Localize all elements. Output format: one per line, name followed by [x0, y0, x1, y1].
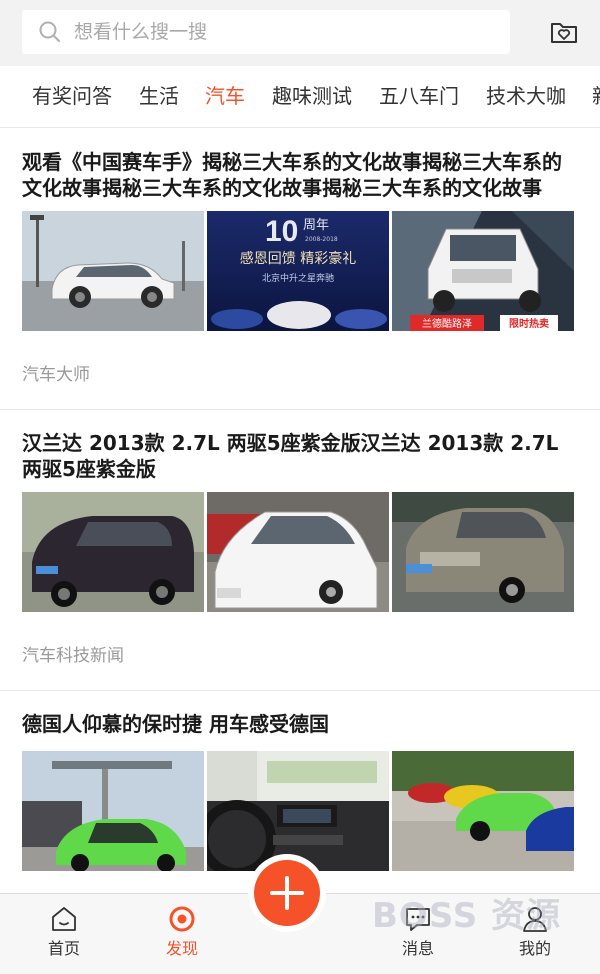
article-image[interactable]: 10 周年 2008-2018 感恩回馈 精彩豪礼 北京中升之星奔驰 — [207, 211, 389, 331]
home-icon — [52, 907, 76, 931]
article-title[interactable]: 德国人仰慕的保时捷 用车感受德国 — [22, 711, 578, 737]
article-image[interactable] — [392, 751, 574, 871]
article-image[interactable] — [392, 492, 574, 612]
search-input[interactable]: 想看什么搜一搜 — [22, 10, 510, 54]
tab-life[interactable]: 生活 — [139, 84, 179, 108]
banner-heading: 周年 — [303, 218, 329, 233]
article-title[interactable]: 汉兰达 2013款 2.7L 两驱5座紫金版汉兰达 2013款 2.7L 两驱5… — [22, 430, 578, 482]
banner-number: 10 — [265, 215, 298, 248]
plus-icon — [285, 876, 289, 910]
article-image[interactable] — [22, 211, 204, 331]
article-image[interactable] — [207, 492, 389, 612]
tab-tech[interactable]: 技术大咖 — [486, 84, 566, 108]
banner-years: 2008-2018 — [305, 236, 338, 243]
tab-new[interactable]: 新 — [592, 84, 600, 108]
tab-fun-test[interactable]: 趣味测试 — [272, 84, 352, 108]
banner-dealer: 北京中升之星奔驰 — [262, 272, 334, 284]
article-card[interactable]: 汉兰达 2013款 2.7L 两驱5座紫金版汉兰达 2013款 2.7L 两驱5… — [0, 410, 600, 690]
article-images[interactable] — [22, 492, 574, 612]
nav-home[interactable]: 首页 — [34, 904, 94, 966]
category-tabs: 有奖问答 生活 汽车 趣味测试 五八车门 技术大咖 新 — [0, 66, 600, 128]
nav-label: 发现 — [165, 939, 198, 958]
nav-label: 我的 — [518, 939, 551, 958]
nav-label: 消息 — [401, 939, 434, 958]
search-placeholder: 想看什么搜一搜 — [74, 21, 208, 43]
article-source: 汽车科技新闻 — [22, 646, 124, 666]
heart-folder-icon[interactable] — [548, 16, 580, 48]
article-image[interactable] — [207, 751, 389, 871]
tab-qa[interactable]: 有奖问答 — [32, 84, 112, 108]
top-header: 想看什么搜一搜 — [0, 0, 600, 66]
nav-discover[interactable]: 发现 — [152, 904, 212, 966]
search-icon — [39, 21, 60, 42]
article-images[interactable]: 10 周年 2008-2018 感恩回馈 精彩豪礼 北京中升之星奔驰 兰德酷路泽… — [22, 211, 574, 331]
article-source: 汽车大师 — [22, 365, 90, 385]
article-image[interactable] — [22, 492, 204, 612]
article-image[interactable] — [22, 751, 204, 871]
image-badge: 兰德酷路泽 — [422, 317, 472, 330]
image-badge: 限时热卖 — [509, 317, 549, 330]
article-images[interactable] — [22, 751, 574, 871]
publish-button[interactable] — [254, 860, 320, 926]
article-card[interactable]: 德国人仰慕的保时捷 用车感受德国 — [0, 691, 600, 891]
nav-label: 首页 — [47, 939, 80, 958]
article-title[interactable]: 观看《中国赛车手》揭秘三大车系的文化故事揭秘三大车系的文化故事揭秘三大车系的文化… — [22, 149, 578, 201]
watermark: BOSS 资源 — [372, 896, 562, 936]
article-image[interactable]: 兰德酷路泽 限时热卖 — [392, 211, 574, 331]
banner-slogan: 感恩回馈 精彩豪礼 — [240, 250, 356, 267]
tab-58-cars[interactable]: 五八车门 — [379, 84, 459, 108]
discover-icon — [169, 906, 195, 932]
tab-cars[interactable]: 汽车 — [205, 84, 245, 108]
article-card[interactable]: 观看《中国赛车手》揭秘三大车系的文化故事揭秘三大车系的文化故事揭秘三大车系的文化… — [0, 129, 600, 409]
